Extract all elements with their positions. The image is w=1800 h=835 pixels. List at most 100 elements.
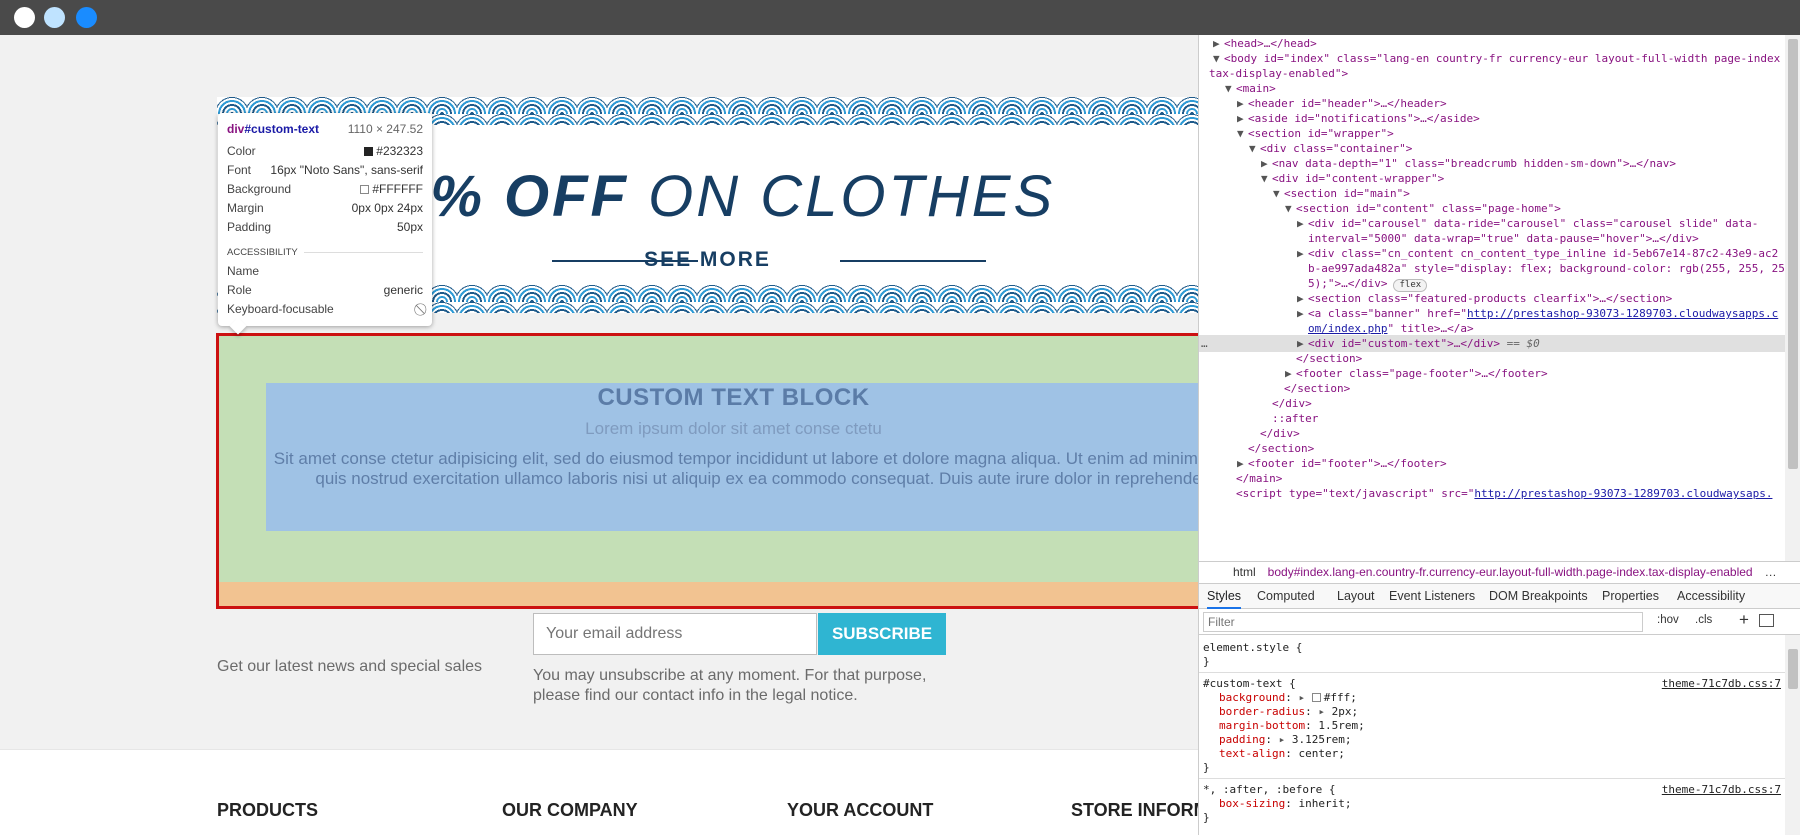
dom-link[interactable]: om/index.php: [1308, 322, 1387, 335]
dom-node[interactable]: ::after: [1261, 411, 1318, 426]
css-prop-margin-bottom[interactable]: margin-bottom: 1.5rem;: [1219, 719, 1365, 733]
tab-computed[interactable]: Computed: [1257, 584, 1315, 609]
dom-node[interactable]: ▶ <section class="featured-products clear…: [1297, 291, 1672, 306]
element-style-selector[interactable]: element.style {: [1203, 641, 1302, 655]
dom-node[interactable]: b-ae997ada482a" style="display: flex; ba…: [1297, 261, 1785, 276]
dom-node[interactable]: ▶ <aside id="notifications">…</aside>: [1237, 111, 1480, 126]
elements-scrollbar-thumb[interactable]: [1788, 39, 1798, 469]
page-viewport: 20% OFF ON CLOTHES SEE MORE CUSTOM TEXT …: [0, 35, 1198, 835]
dom-node[interactable]: </div>: [1261, 396, 1312, 411]
tooltip-key: Margin: [227, 201, 264, 215]
rule-separator: [1199, 672, 1785, 673]
dom-node[interactable]: <script type="text/javascript" src="http…: [1225, 486, 1772, 501]
see-more-line-right: [840, 260, 986, 262]
dom-node[interactable]: </section>: [1237, 441, 1314, 456]
tooltip-id: #custom-text: [244, 122, 320, 136]
rule-universal-selector[interactable]: *, :after, :before {: [1203, 783, 1335, 797]
dom-node-body[interactable]: ▼ <body id="index" class="lang-en country…: [1213, 51, 1780, 66]
tab-layout[interactable]: Layout: [1337, 584, 1375, 609]
tooltip-size: 1110 × 247.52: [347, 122, 423, 136]
css-prop-padding[interactable]: padding: ▸ 3.125rem;: [1219, 733, 1351, 747]
rule-custom-text-selector[interactable]: #custom-text {: [1203, 677, 1296, 691]
styles-filter-input[interactable]: [1203, 612, 1643, 632]
dom-node[interactable]: ▶ <div id="carousel" data-ride="carousel"…: [1297, 216, 1758, 231]
css-prop-background[interactable]: background: ▸ #fff;: [1219, 691, 1357, 705]
dom-node[interactable]: om/index.php" title>…</a>: [1297, 321, 1474, 336]
breadcrumb-html[interactable]: html: [1233, 565, 1256, 579]
tooltip-tag: div: [227, 122, 245, 136]
footer-col-your-account[interactable]: YOUR ACCOUNT: [787, 800, 933, 821]
dom-node[interactable]: ▶ <nav data-depth="1" class="breadcrumb h…: [1261, 156, 1676, 171]
divider: [303, 251, 423, 253]
tooltip-key: Background: [227, 182, 292, 196]
cls-toggle[interactable]: .cls: [1695, 614, 1712, 626]
toggle-sidebar-icon[interactable]: [1759, 614, 1774, 627]
styles-pane[interactable]: element.style { } #custom-text { theme-7…: [1199, 635, 1785, 835]
dom-node[interactable]: ▼ <section id="wrapper">: [1237, 126, 1394, 141]
dom-node[interactable]: </section>: [1285, 351, 1362, 366]
devtools-panel: ▶ <head>…</head> ▼ <body id="index" class="…: [1198, 35, 1800, 835]
email-input[interactable]: [533, 613, 817, 655]
dom-node[interactable]: 5);">…</div> flex: [1297, 276, 1428, 292]
tooltip-key: Role: [227, 283, 252, 297]
tooltip-key: Font: [227, 163, 252, 177]
dom-node[interactable]: ▼ <div id="content-wrapper">: [1261, 171, 1444, 186]
styles-filter-bar: :hov .cls +: [1199, 609, 1800, 635]
rule-custom-text-source[interactable]: theme-71c7db.css:7: [1662, 677, 1781, 691]
footer-col-our-company[interactable]: OUR COMPANY: [502, 800, 638, 821]
custom-text-body: Sit amet conse ctetur adipisicing elit, …: [273, 449, 1198, 488]
window-close-dot[interactable]: [14, 7, 35, 28]
tab-styles[interactable]: Styles: [1207, 584, 1242, 609]
dom-node[interactable]: </main>: [1225, 471, 1282, 486]
dom-node[interactable]: ▶ <div class="cn_content cn_content_type_…: [1297, 246, 1778, 261]
rule-universal-source[interactable]: theme-71c7db.css:7: [1662, 783, 1781, 797]
dom-link[interactable]: http://prestashop-93073-1289703.cloudway…: [1474, 487, 1772, 500]
dom-node[interactable]: interval="5000" data-wrap="true" data-pa…: [1297, 231, 1699, 246]
rule-close-brace: }: [1203, 811, 1210, 824]
tooltip-value: 50px: [396, 220, 423, 234]
window-maximize-dot[interactable]: [76, 7, 97, 28]
tab-properties[interactable]: Properties: [1602, 584, 1659, 609]
new-rule-button[interactable]: +: [1739, 610, 1749, 630]
node-actions-ellipsis[interactable]: …: [1201, 336, 1208, 351]
inspect-tooltip: div#custom-text 1110 × 247.52 Color #2323…: [218, 113, 432, 335]
dom-node-custom-text[interactable]: ▶ <div id="custom-text">…</div> == $0: [1297, 336, 1540, 351]
tab-dom-breakpoints[interactable]: DOM Breakpoints: [1489, 584, 1588, 609]
tab-accessibility[interactable]: Accessibility: [1677, 584, 1745, 609]
elements-tree[interactable]: ▶ <head>…</head> ▼ <body id="index" class="…: [1199, 35, 1785, 561]
dom-link[interactable]: http://prestashop-93073-1289703.cloudway…: [1467, 307, 1778, 320]
dom-node[interactable]: </section>: [1273, 381, 1350, 396]
dom-node[interactable]: ▶ <a class="banner" href="http://prestash…: [1297, 306, 1778, 321]
custom-text-block: CUSTOM TEXT BLOCK Lorem ipsum dolor sit …: [216, 333, 1198, 609]
breadcrumb-more[interactable]: …: [1765, 565, 1777, 579]
dom-node[interactable]: ▶ <footer id="footer">…</footer>: [1237, 456, 1447, 471]
css-prop-border-radius[interactable]: border-radius: ▸ 2px;: [1219, 705, 1358, 719]
dom-node[interactable]: ▼ <main>: [1225, 81, 1276, 96]
dom-node[interactable]: ▶ <header id="header">…</header>: [1237, 96, 1447, 111]
promo-rest: ON CLOTHES: [648, 164, 1056, 229]
breadcrumb-body[interactable]: body#index.lang-en.country-fr.currency-e…: [1268, 565, 1753, 579]
dom-node-body-cont[interactable]: tax-display-enabled">: [1209, 66, 1348, 81]
custom-text-content-box: CUSTOM TEXT BLOCK Lorem ipsum dolor sit …: [266, 383, 1198, 531]
dom-node[interactable]: ▶ <footer class="page-footer">…</footer>: [1285, 366, 1548, 381]
hov-toggle[interactable]: :hov: [1657, 614, 1679, 626]
tooltip-value: generic: [383, 283, 423, 297]
accessibility-heading: ACCESSIBILITY: [227, 246, 298, 258]
subscribe-button[interactable]: SUBSCRIBE: [818, 613, 946, 655]
footer-band: [0, 749, 1198, 835]
dom-node[interactable]: ▼ <section id="content" class="page-home"…: [1285, 201, 1561, 216]
tooltip-value: #232323: [364, 142, 423, 161]
dom-node[interactable]: ▶ <head>…</head>: [1213, 36, 1317, 51]
dom-node[interactable]: ▼ <section id="main">: [1273, 186, 1410, 201]
footer-col-products[interactable]: PRODUCTS: [217, 800, 318, 821]
window-minimize-dot[interactable]: [44, 7, 65, 28]
css-prop-text-align[interactable]: text-align: center;: [1219, 747, 1345, 761]
rule-close-brace: }: [1203, 761, 1210, 774]
dom-node[interactable]: ▼ <div class="container">: [1249, 141, 1412, 156]
styles-scrollbar-thumb[interactable]: [1788, 649, 1798, 689]
tab-event-listeners[interactable]: Event Listeners: [1389, 584, 1475, 609]
css-prop-box-sizing[interactable]: box-sizing: inherit;: [1219, 797, 1351, 811]
rule-close-brace: }: [1203, 655, 1210, 668]
window-titlebar: [0, 0, 1800, 35]
dom-node[interactable]: </div>: [1249, 426, 1300, 441]
